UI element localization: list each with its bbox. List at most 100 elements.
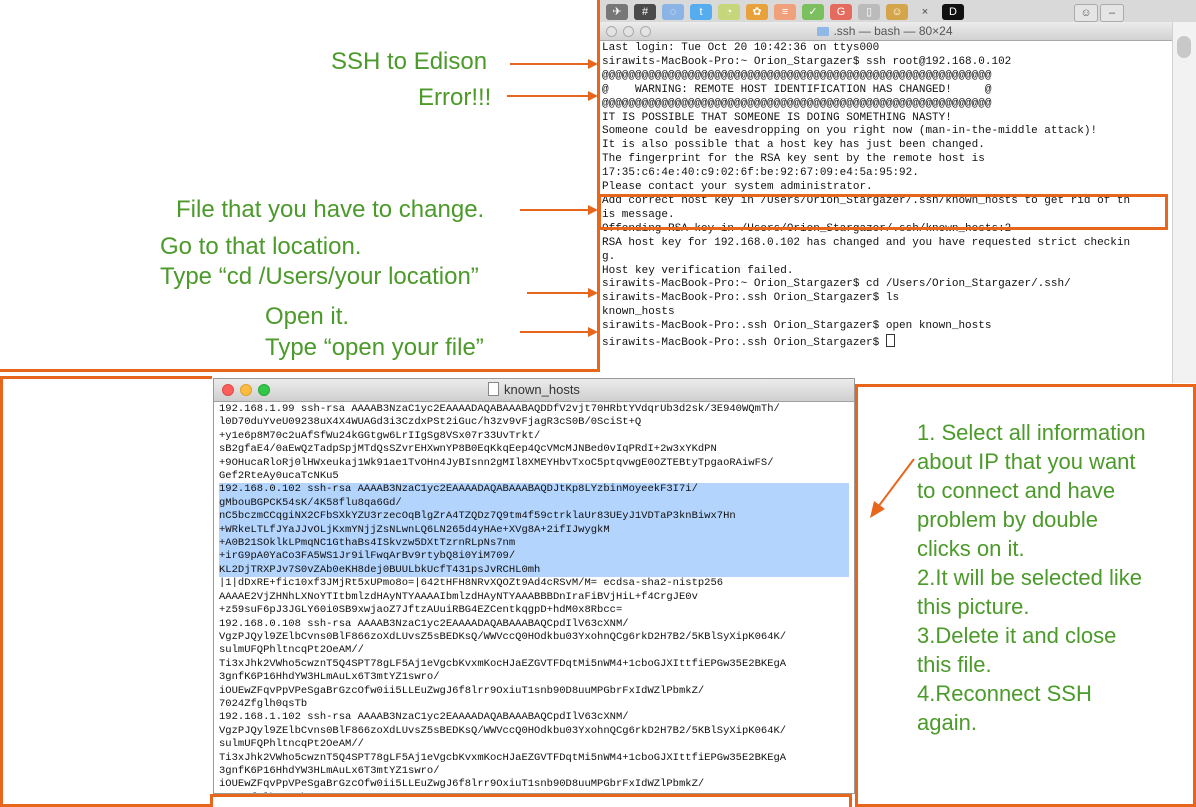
known-hosts-line: Gef2RteAy0ucaTcNKu5 (219, 470, 339, 483)
terminal-line: known_hosts (602, 306, 675, 319)
instruction-line: again. (917, 710, 977, 735)
zoom-window-button[interactable] (258, 384, 270, 396)
annotation-file: File that you have to change. (176, 196, 485, 223)
instruction-line: 1. Select all information (917, 420, 1146, 445)
close-window-button[interactable] (222, 384, 234, 396)
selected-line: +WRkeLTLfJYaJJvOLjKxmYNjjZsNLwnLQ6LN265d… (219, 523, 849, 538)
instruction-line: to connect and have (917, 478, 1116, 503)
annotation-open-1: Open it. (265, 303, 350, 330)
zoom-window-button[interactable] (640, 26, 651, 37)
user-profile-icon[interactable]: ☺ (1074, 4, 1098, 22)
known-hosts-line: iOUEwZFqvPpVPeSgaBrGzcOfw0ii5LLEuZwgJ6f8… (219, 778, 705, 791)
terminal-line: @@@@@@@@@@@@@@@@@@@@@@@@@@@@@@@@@@@@@@@@… (602, 97, 992, 110)
tab-favicon-icon[interactable]: G (830, 4, 852, 20)
instruction-line: clicks on it. (917, 536, 1025, 561)
browser-tab-strip: ✈ # ◌ t ◔ ✿ ≡ ✓ G ▯ ☺ × D ☺ – (598, 0, 1196, 23)
tab-favicon-icon[interactable]: t (690, 4, 712, 20)
frame-line (0, 369, 600, 372)
selected-line: +A0B21SOklkLPmqNC1GthaBs4ISkvzw5DXtTzrnR… (219, 537, 849, 551)
known-hosts-line: 192.168.0.108 ssh-rsa AAAAB3NzaC1yc2EAAA… (219, 617, 629, 630)
scroll-thumb[interactable] (1177, 36, 1191, 58)
terminal-line: 17:35:c6:4e:40:c9:02:6f:be:92:67:09:e4:5… (602, 167, 919, 180)
terminal-title-bar: .ssh — bash — 80×24 (598, 22, 1172, 41)
known-hosts-line: |1|dDxRE+fic10xf3JMjRt5xUPmo8o=|642tHFH8… (219, 577, 724, 590)
document-icon (488, 382, 500, 396)
frame-line (597, 0, 600, 372)
known-hosts-line: VgzPJQyl9ZElbCvns0BlF866zoXdLUvsZ5sBEDKs… (219, 630, 787, 643)
terminal-line: g. (602, 250, 616, 263)
known-hosts-line: 7024Zfglh0qsTb (219, 792, 853, 793)
selected-line: gMbouBGPCK54sK/4K58flu8qa6Gd/ (219, 496, 849, 511)
selected-line: +irG9pA0YaCo3FA5WS1Jr9ilFwqArBv9rtybQ8i0… (219, 550, 849, 564)
known-hosts-line: sulmUFQPhltncqPt2OeAM// (219, 738, 364, 751)
terminal-line: sirawits-MacBook-Pro:~ Orion_Stargazer$ … (602, 278, 1071, 291)
instruction-line: 3.Delete it and close (917, 623, 1117, 648)
tab-favicon-icon[interactable]: ◌ (662, 4, 684, 20)
close-icon[interactable]: × (914, 4, 936, 20)
minimize-icon[interactable]: – (1100, 4, 1124, 22)
instruction-line: 2.It will be selected like (917, 565, 1142, 590)
annotation-ssh: SSH to Edison (331, 48, 488, 75)
tab-favicon-icon[interactable]: ✓ (802, 4, 824, 20)
terminal-line: Please contact your system administrator… (602, 181, 873, 194)
known-hosts-line: 3gnfK6P16HhdYW3HLmAuLx6T3mtYZ1swro/ (219, 671, 440, 684)
close-window-button[interactable] (606, 26, 617, 37)
selected-line: nC5bczmCCqgiNX2CFbSXkYZU3rzecOqBlgZrA4TZ… (219, 510, 849, 524)
known-hosts-title-bar: known_hosts (214, 379, 854, 402)
instruction-line: problem by double (917, 507, 1099, 532)
terminal-cursor (885, 334, 895, 348)
instruction-line: this picture. (917, 594, 1030, 619)
selected-line: 192.168.0.102 ssh-rsa AAAAB3NzaC1yc2EAAA… (219, 483, 849, 497)
tab-favicon-icon[interactable]: ▯ (858, 4, 880, 20)
known-hosts-text[interactable]: 192.168.1.99 ssh-rsa AAAAB3NzaC1yc2EAAAA… (219, 403, 853, 793)
known-hosts-line: 7024Zfglh0qsTb (219, 697, 308, 710)
instruction-line: this file. (917, 652, 992, 677)
terminal-window[interactable]: ✈ # ◌ t ◔ ✿ ≡ ✓ G ▯ ☺ × D ☺ – .ssh — bas… (598, 0, 1196, 383)
selected-line: KL2DjTRXPJv7S0vZAb0eKH8dej0BUULbkUcfT431… (219, 563, 849, 578)
terminal-line: sirawits-MacBook-Pro:.ssh Orion_Stargaze… (602, 320, 992, 333)
scrollbar[interactable] (1172, 22, 1196, 383)
tab-favicon-icon[interactable]: # (634, 4, 656, 20)
tab-favicon-icon[interactable]: ✈ (606, 4, 628, 20)
known-hosts-line: +9OHucaRloRj0lHWxeukaj1Wk91ae1TvOHn4JyBI… (219, 456, 774, 469)
instructions-text: 1. Select all information about IP that y… (917, 418, 1146, 737)
known-hosts-line: 192.168.1.99 ssh-rsa AAAAB3NzaC1yc2EAAAA… (219, 403, 780, 415)
terminal-line: Last login: Tue Oct 20 10:42:36 on ttys0… (602, 42, 880, 54)
highlight-known-hosts-line (598, 194, 1168, 230)
known-hosts-line: sB2gfaE4/0aEwQzTadpSpjMTdQsSZvrEHXwnYP8B… (219, 443, 717, 456)
known-hosts-line: AAAAE2VjZHNhLXNoYTItbmlzdHAyNTYAAAAIbmlz… (219, 590, 698, 603)
terminal-line: RSA host key for 192.168.0.102 has chang… (602, 236, 1131, 249)
terminal-line: It is also possible that a host key has … (602, 139, 985, 152)
tab-favicon-icon[interactable]: ◔ (718, 4, 740, 20)
known-hosts-line: sulmUFQPhltncqPt2OeAM// (219, 644, 364, 657)
known-hosts-line: 192.168.1.102 ssh-rsa AAAAB3NzaC1yc2EAAA… (219, 711, 629, 724)
known-hosts-line: iOUEwZFqvPpVPeSgaBrGzcOfw0ii5LLEuZwgJ6f8… (219, 684, 705, 697)
known-hosts-line: Ti3xJhk2VWho5cwznT5Q4SPT78gLF5Aj1eVgcbKv… (219, 657, 787, 670)
minimize-window-button[interactable] (623, 26, 634, 37)
known-hosts-line: +z59suF6pJ3JGLY60i0SB9xwjaoZ7JftzAUuiRBG… (219, 604, 623, 617)
terminal-line: IT IS POSSIBLE THAT SOMEONE IS DOING SOM… (602, 111, 952, 124)
terminal-line: sirawits-MacBook-Pro:.ssh Orion_Stargaze… (602, 334, 1168, 351)
terminal-line: The fingerprint for the RSA key sent by … (602, 153, 985, 166)
tab-favicon-icon[interactable]: ☺ (886, 4, 908, 20)
tab-favicon-icon[interactable]: ≡ (774, 4, 796, 20)
terminal-line: Someone could be eavesdropping on you ri… (602, 125, 1098, 138)
terminal-line: @ WARNING: REMOTE HOST IDENTIFICATION HA… (602, 83, 992, 96)
annotation-goto-1: Go to that location. (160, 233, 362, 260)
terminal-line: sirawits-MacBook-Pro:.ssh Orion_Stargaze… (602, 292, 900, 305)
instruction-line: about IP that you want (917, 449, 1136, 474)
frame-box-left (0, 376, 212, 807)
terminal-line: Host key verification failed. (602, 264, 794, 277)
known-hosts-line: VgzPJQyl9ZElbCvns0BlF866zoXdLUvsZ5sBEDKs… (219, 724, 787, 737)
arrow-instructions (870, 458, 915, 518)
tab-favicon-icon[interactable]: ✿ (746, 4, 768, 20)
known-hosts-line: Ti3xJhk2VWho5cwznT5Q4SPT78gLF5Aj1eVgcbKv… (219, 751, 787, 764)
annotation-goto-2: Type “cd /Users/your location” (160, 263, 479, 290)
frame-box-bottom (210, 794, 852, 807)
minimize-window-button[interactable] (240, 384, 252, 396)
tab-favicon-icon[interactable]: D (942, 4, 964, 20)
known-hosts-window[interactable]: known_hosts 192.168.1.99 ssh-rsa AAAAB3N… (213, 378, 855, 794)
known-hosts-line: l0D70duYveU09238uX4X4WUAGd3i3CzdxPSt2iGu… (219, 416, 642, 429)
known-hosts-line: +y1e6p8M70c2uAfSfWu24kGGtgw6LrIIgSg8VSx0… (219, 429, 541, 442)
folder-icon (817, 27, 830, 36)
